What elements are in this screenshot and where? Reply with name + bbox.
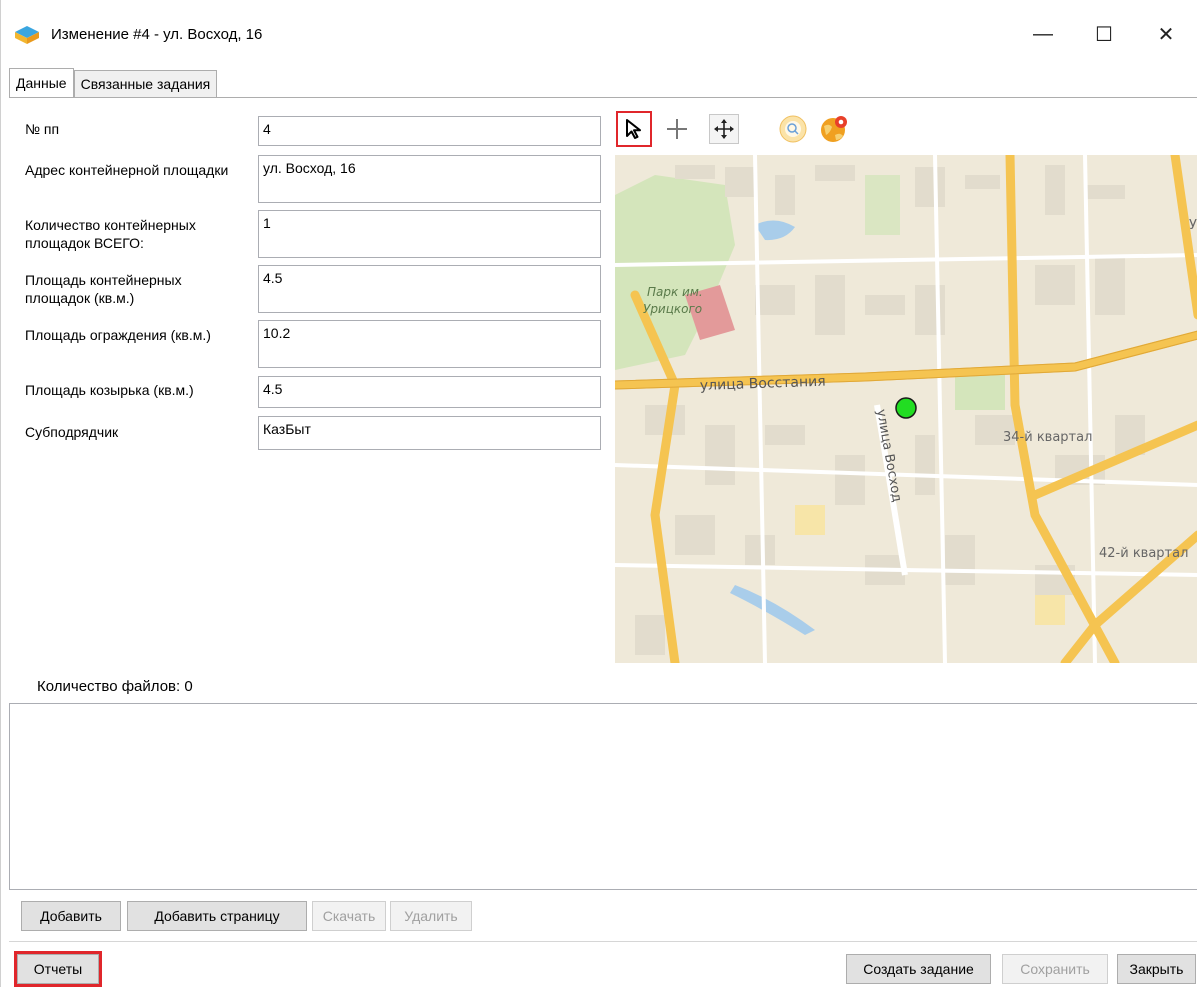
field-label-site-area: Площадь контейнерных площадок (кв.м.) (25, 272, 182, 306)
download-button[interactable]: Скачать (312, 901, 386, 931)
number-field[interactable]: 4 (258, 116, 601, 146)
reports-button[interactable]: Отчеты (14, 951, 102, 987)
minimize-button[interactable]: — (1023, 12, 1063, 56)
field-label-total-sites: Количество контейнерных площадок ВСЕГО: (25, 217, 196, 251)
files-list[interactable] (9, 703, 1197, 890)
pan-move-icon[interactable] (709, 114, 739, 144)
location-marker-icon (895, 397, 917, 419)
close-button[interactable]: Закрыть (1117, 954, 1196, 984)
create-task-button[interactable]: Создать задание (846, 954, 991, 984)
save-button[interactable]: Сохранить (1002, 954, 1108, 984)
title-bar: Изменение #4 - ул. Восход, 16 — ☐ ✕ (1, 0, 1197, 66)
tab-strip: Данные Связанные задания (9, 68, 218, 98)
map-label-quarter-42: 42-й квартал (1099, 546, 1188, 561)
app-icon (15, 26, 39, 44)
map-label-edge: У (1189, 218, 1197, 233)
tab-data[interactable]: Данные (9, 68, 74, 97)
tab-divider (9, 97, 1197, 98)
field-label-address: Адрес контейнерной площадки (25, 162, 229, 178)
map-label-park-2: Урицкого (643, 302, 702, 316)
dialog-window: Изменение #4 - ул. Восход, 16 — ☐ ✕ Данн… (0, 0, 1197, 987)
zoom-extent-icon[interactable] (777, 113, 809, 145)
fence-area-field[interactable]: 10.2 (258, 320, 601, 368)
crosshair-icon[interactable] (662, 114, 692, 144)
subcontractor-field[interactable]: КазБыт (258, 416, 601, 450)
tab-related-tasks[interactable]: Связанные задания (73, 70, 218, 97)
add-page-button[interactable]: Добавить страницу (127, 901, 307, 931)
maximize-button[interactable]: ☐ (1084, 12, 1124, 56)
field-label-number: № пп (25, 121, 60, 137)
footer-divider (9, 941, 1197, 942)
globe-location-icon[interactable] (818, 113, 850, 145)
site-area-field[interactable]: 4.5 (258, 265, 601, 313)
field-label-subcontractor: Субподрядчик (25, 424, 119, 440)
close-window-button[interactable]: ✕ (1146, 12, 1186, 56)
map-view[interactable]: Парк им. Урицкого улица Восстания улица … (615, 155, 1197, 663)
files-count-label: Количество файлов: 0 (37, 678, 193, 695)
map-label-park-1: Парк им. (647, 285, 703, 299)
field-label-canopy-area: Площадь козырька (кв.м.) (25, 382, 194, 398)
address-field[interactable]: ул. Восход, 16 (258, 155, 601, 203)
select-arrow-icon[interactable] (616, 111, 652, 147)
delete-button[interactable]: Удалить (390, 901, 472, 931)
window-title: Изменение #4 - ул. Восход, 16 (51, 26, 263, 43)
canopy-area-field[interactable]: 4.5 (258, 376, 601, 408)
field-label-fence-area: Площадь ограждения (кв.м.) (25, 327, 211, 343)
add-button[interactable]: Добавить (21, 901, 121, 931)
total-sites-field[interactable]: 1 (258, 210, 601, 258)
map-label-quarter-34: 34-й квартал (1003, 430, 1092, 445)
